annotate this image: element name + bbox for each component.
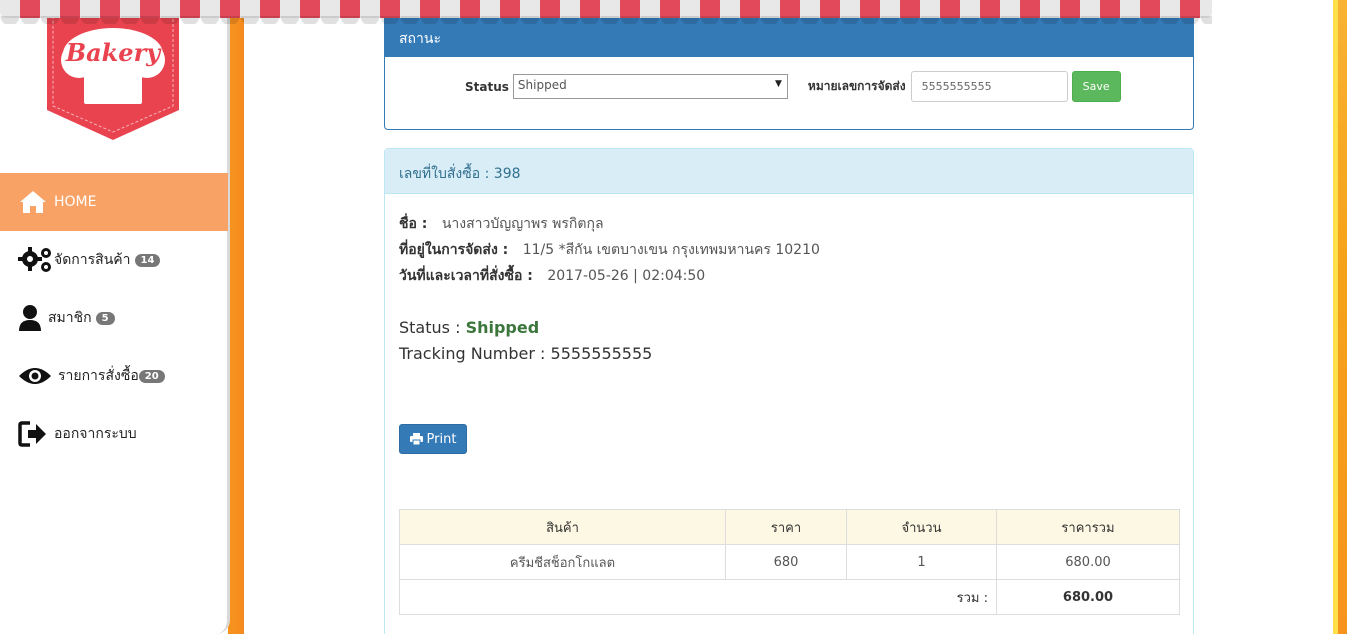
status-label: Status <box>465 79 509 94</box>
orange-border <box>228 0 244 634</box>
count-badge: 20 <box>138 369 165 383</box>
address-value: 11/5 *สีกัน เขตบางเขน กรุงเทพมหานคร 1021… <box>522 242 820 258</box>
name-label: ชื่อ : <box>399 216 428 232</box>
tracking-text-value: 5555555555 <box>550 344 653 363</box>
datetime-label: วันที่และเวลาที่สั่งซื้อ : <box>399 268 533 284</box>
sidebar-item-products[interactable]: จัดการสินค้า 14 <box>0 231 228 289</box>
customer-name-row: ชื่อ : นางสาวบัญญาพร พรกิตกุล <box>399 211 820 237</box>
column-header: จำนวน <box>846 509 997 545</box>
dropdown-caret-icon: ▼ <box>774 79 782 89</box>
user-icon <box>18 303 48 333</box>
sidebar-item-orders[interactable]: รายการสั่งซื้อ 20 <box>0 347 228 405</box>
order-panel: เลขที่ใบสั่งซื้อ : 398 ชื่อ : นางสาวบัญญ… <box>384 148 1194 634</box>
count-badge: 14 <box>134 253 161 267</box>
status-text-value: Shipped <box>465 318 540 337</box>
sidebar-item-label: สมาชิก <box>48 310 92 326</box>
sign-out-icon <box>18 419 54 449</box>
tracking-label: หมายเลขการจัดส่ง <box>807 79 906 93</box>
sum-value: 680.00 <box>996 579 1180 615</box>
print-icon <box>409 433 423 445</box>
sidebar: Bakery HOME จัดการสินค้า 14 สมาชิก 5 ราย… <box>0 0 230 634</box>
save-button[interactable]: Save <box>1071 71 1121 102</box>
eye-icon <box>18 361 58 391</box>
order-state: Status : Shipped Tracking Number : 55555… <box>399 315 652 367</box>
sidebar-item-logout[interactable]: ออกจากระบบ <box>0 405 228 463</box>
quantity-cell: 1 <box>846 544 997 580</box>
status-text-row: Status : Shipped <box>399 315 652 341</box>
name-value: นางสาวบัญญาพร พรกิตกุล <box>441 216 604 232</box>
sidebar-item-label: จัดการสินค้า <box>54 252 131 268</box>
gears-icon <box>18 245 54 275</box>
tracking-text-row: Tracking Number : 5555555555 <box>399 341 652 367</box>
table-sum-row: รวม : 680.00 <box>399 579 1180 615</box>
sidebar-item-label: ออกจากระบบ <box>54 426 137 442</box>
svg-text:Bakery: Bakery <box>65 38 162 67</box>
column-header: ราคา <box>725 509 847 545</box>
status-select[interactable]: Shipped ▼ <box>512 74 788 99</box>
status-form: Status Shipped ▼ หมายเลขการจัดส่ง 555555… <box>465 71 1121 102</box>
sidebar-item-members[interactable]: สมาชิก 5 <box>0 289 228 347</box>
print-button[interactable]: Print <box>399 424 467 454</box>
order-info: ชื่อ : นางสาวบัญญาพร พรกิตกุล ที่อยู่ในก… <box>399 211 820 289</box>
status-select-value: Shipped <box>517 78 567 92</box>
sidebar-item-home[interactable]: HOME <box>0 173 228 231</box>
product-cell: ครีมชีสช็อกโกแลต <box>399 544 726 580</box>
order-panel-title: เลขที่ใบสั่งซื้อ : 398 <box>385 149 1193 194</box>
home-icon <box>18 187 54 217</box>
awning-decoration <box>0 0 1212 24</box>
price-cell: 680 <box>725 544 847 580</box>
order-items-table: สินค้า ราคา จำนวน ราคารวม ครีมชีสช็อกโกแ… <box>399 509 1180 615</box>
address-row: ที่อยู่ในการจัดส่ง : 11/5 *สีกัน เขตบางเ… <box>399 237 820 263</box>
sidebar-item-label: รายการสั่งซื้อ <box>58 368 139 384</box>
count-badge: 5 <box>95 311 115 325</box>
table-header-row: สินค้า ราคา จำนวน ราคารวม <box>399 509 1180 545</box>
total-cell: 680.00 <box>996 544 1180 580</box>
bakery-logo[interactable]: Bakery <box>47 13 179 140</box>
column-header: สินค้า <box>399 509 726 545</box>
status-panel: สถานะ Status Shipped ▼ หมายเลขการจัดส่ง … <box>384 14 1194 130</box>
sidebar-item-label: HOME <box>54 194 97 210</box>
sum-label: รวม : <box>399 579 997 615</box>
datetime-row: วันที่และเวลาที่สั่งซื้อ : 2017-05-26 | … <box>399 263 820 289</box>
right-decoration <box>1333 0 1347 634</box>
address-label: ที่อยู่ในการจัดส่ง : <box>399 242 509 258</box>
table-row: ครีมชีสช็อกโกแลต 680 1 680.00 <box>399 544 1180 580</box>
sidebar-nav: HOME จัดการสินค้า 14 สมาชิก 5 รายการสั่ง… <box>0 173 228 463</box>
print-label: Print <box>426 431 457 447</box>
status-text-label: Status : <box>399 318 461 337</box>
datetime-value: 2017-05-26 | 02:04:50 <box>547 268 706 284</box>
tracking-number-input[interactable]: 5555555555 <box>910 71 1068 102</box>
tracking-text-label: Tracking Number : <box>399 344 546 363</box>
column-header: ราคารวม <box>996 509 1180 545</box>
